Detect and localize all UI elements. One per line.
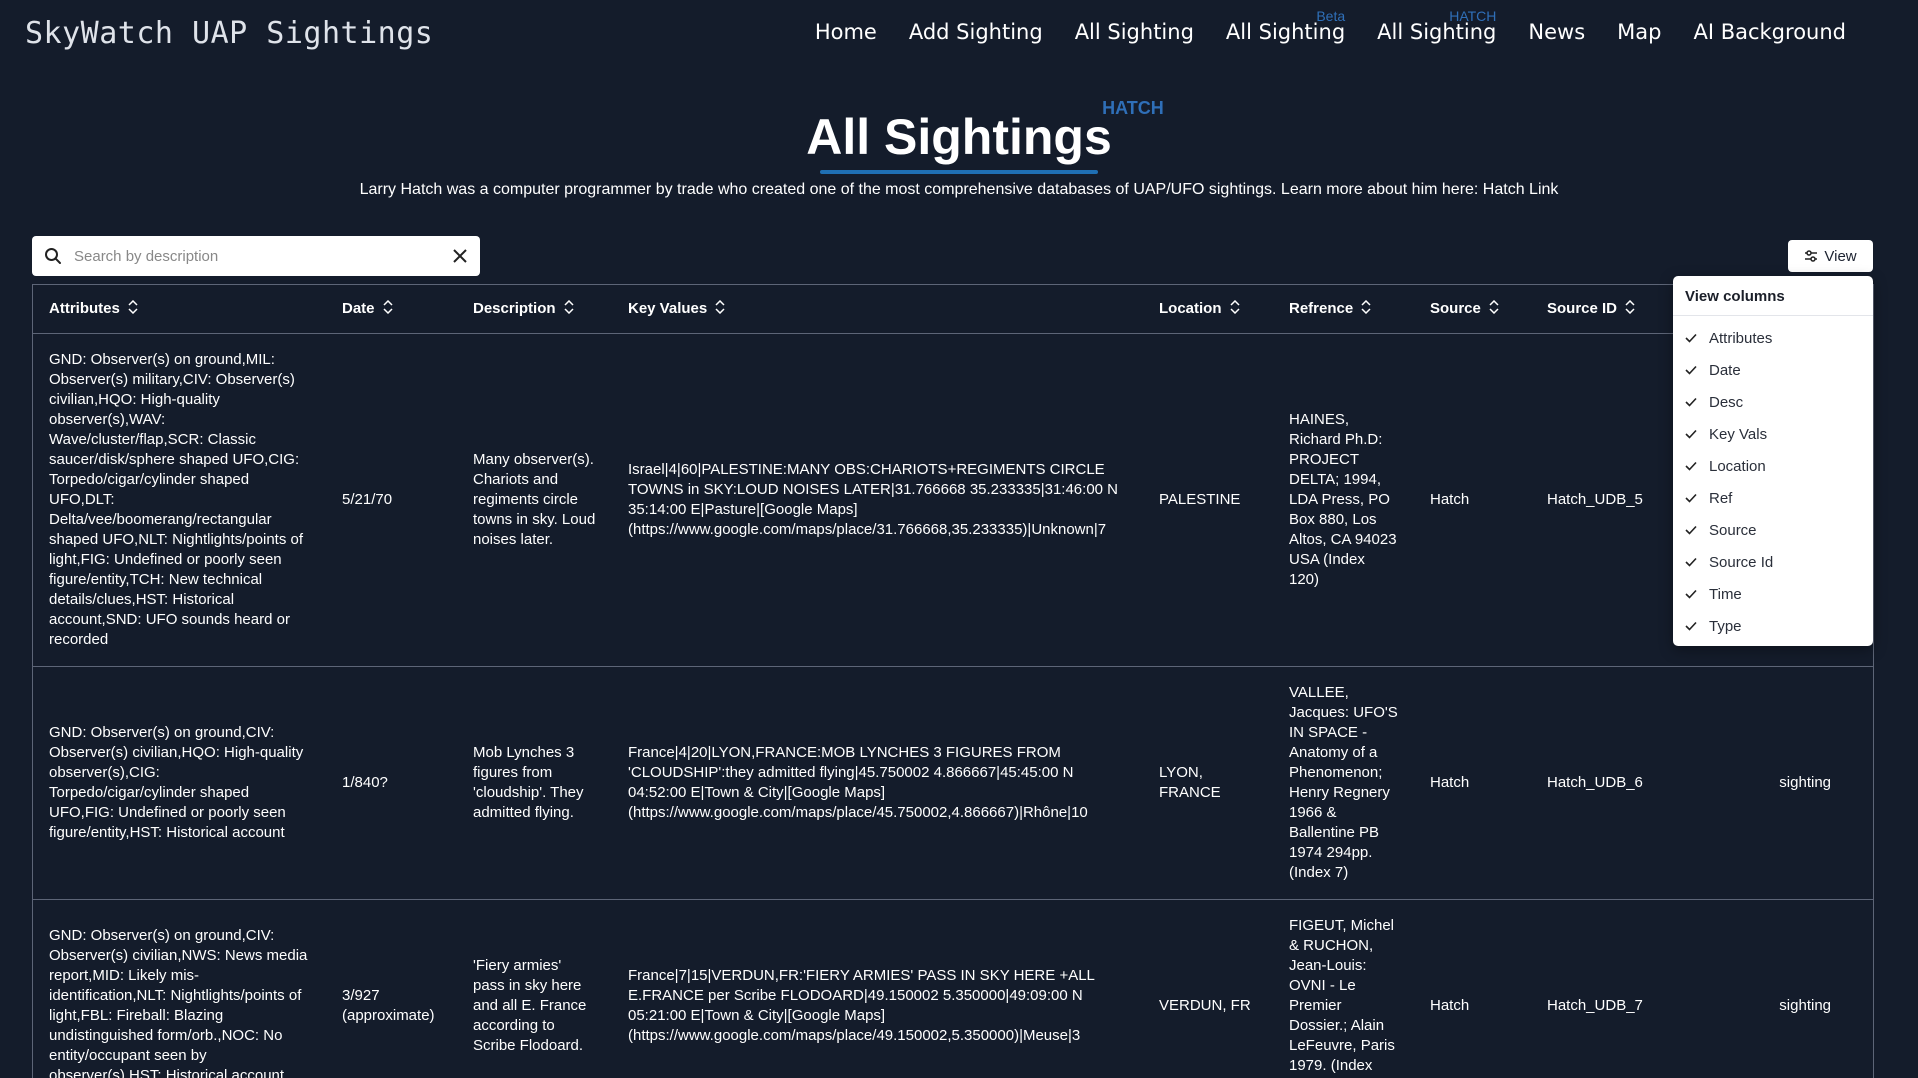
- search-icon: [44, 247, 62, 265]
- nav-badge-hatch: HATCH: [1449, 8, 1497, 24]
- cell-attributes: GND: Observer(s) on ground,CIV: Observer…: [33, 666, 326, 900]
- column-toggle-desc[interactable]: Desc: [1673, 386, 1873, 418]
- sort-icon[interactable]: [715, 299, 725, 318]
- column-header-description[interactable]: Description: [457, 285, 612, 334]
- title-badge: HATCH: [1102, 98, 1164, 118]
- cell-location: VERDUN, FR: [1143, 899, 1273, 1078]
- cell-date: 3/927 (approximate): [326, 899, 457, 1078]
- cell-source: Hatch: [1414, 899, 1531, 1078]
- cell-location: LYON, FRANCE: [1143, 666, 1273, 900]
- check-icon: [1685, 397, 1709, 407]
- nav-all-sighting-hatch[interactable]: All Sighting HATCH: [1377, 8, 1496, 44]
- check-icon: [1685, 621, 1709, 631]
- sort-icon[interactable]: [563, 299, 574, 318]
- column-toggle-source-id[interactable]: Source Id: [1673, 546, 1873, 578]
- nav-home[interactable]: Home: [815, 20, 877, 44]
- column-header-attributes[interactable]: Attributes: [33, 285, 326, 334]
- sort-icon[interactable]: [1489, 299, 1499, 318]
- column-toggle-source[interactable]: Source: [1673, 514, 1873, 546]
- cell-attributes: GND: Observer(s) on ground,CIV: Observer…: [33, 899, 326, 1078]
- column-header-key-values[interactable]: Key Values: [612, 285, 1143, 334]
- cell-key-values: Israel|4|60|PALESTINE:MANY OBS:CHARIOTS+…: [612, 333, 1143, 667]
- nav-all-sighting[interactable]: All Sighting: [1075, 20, 1194, 44]
- cell-reference: VALLEE, Jacques: UFO'S IN SPACE - Anatom…: [1273, 666, 1414, 900]
- column-header-source[interactable]: Source: [1414, 285, 1531, 334]
- main-nav: Home Add Sighting All Sighting All Sight…: [815, 8, 1846, 44]
- cell-date: 5/21/70: [326, 333, 457, 667]
- table-header-row: Attributes Date Description Key Values L…: [33, 285, 1873, 334]
- cell-type: sighting: [1660, 666, 1873, 900]
- sightings-table-container: Attributes Date Description Key Values L…: [32, 284, 1874, 1078]
- cell-reference: HAINES, Richard Ph.D: PROJECT DELTA; 199…: [1273, 333, 1414, 667]
- site-brand[interactable]: SkyWatch UAP Sightings: [25, 16, 433, 51]
- check-icon: [1685, 461, 1709, 471]
- cell-date: 1/840?: [326, 666, 457, 900]
- column-header-date[interactable]: Date: [326, 285, 457, 334]
- check-icon: [1685, 589, 1709, 599]
- nav-add-sighting[interactable]: Add Sighting: [909, 20, 1043, 44]
- column-toggle-ref[interactable]: Ref: [1673, 482, 1873, 514]
- sort-icon[interactable]: [1625, 299, 1635, 318]
- check-icon: [1685, 333, 1709, 343]
- cell-source-id: Hatch_UDB_6: [1531, 666, 1660, 900]
- nav-badge-beta: Beta: [1316, 8, 1346, 24]
- cell-key-values: France|4|20|LYON,FRANCE:MOB LYNCHES 3 FI…: [612, 666, 1143, 900]
- check-icon: [1685, 493, 1709, 503]
- check-icon: [1685, 525, 1709, 535]
- table-row[interactable]: GND: Observer(s) on ground,CIV: Observer…: [33, 899, 1873, 1078]
- cell-reference: FIGEUT, Michel & RUCHON, Jean-Louis: OVN…: [1273, 899, 1414, 1078]
- column-toggle-time[interactable]: Time: [1673, 578, 1873, 610]
- cell-description: 'Fiery armies' pass in sky here and all …: [457, 899, 612, 1078]
- page-subtitle: Larry Hatch was a computer programmer by…: [359, 181, 1559, 198]
- cell-description: Mob Lynches 3 figures from 'cloudship'. …: [457, 666, 612, 900]
- nav-all-sighting-beta[interactable]: All Sighting Beta: [1226, 8, 1345, 44]
- table-row[interactable]: GND: Observer(s) on ground,CIV: Observer…: [33, 666, 1873, 900]
- column-header-location[interactable]: Location: [1143, 285, 1273, 334]
- cell-source-id: Hatch_UDB_5: [1531, 333, 1660, 667]
- cell-attributes: GND: Observer(s) on ground,MIL: Observer…: [33, 333, 326, 667]
- view-columns-button[interactable]: View: [1788, 240, 1873, 272]
- check-icon: [1685, 557, 1709, 567]
- column-toggle-location[interactable]: Location: [1673, 450, 1873, 482]
- column-header-source-id[interactable]: Source ID: [1531, 285, 1660, 334]
- column-toggle-type[interactable]: Type: [1673, 610, 1873, 642]
- cell-type: sighting: [1660, 899, 1873, 1078]
- cell-description: Many observer(s). Chariots and regiments…: [457, 333, 612, 667]
- column-toggle-date[interactable]: Date: [1673, 354, 1873, 386]
- search-box: [32, 236, 480, 276]
- nav-ai-background[interactable]: AI Background: [1693, 20, 1846, 44]
- sort-icon[interactable]: [128, 299, 138, 318]
- column-toggle-key-vals[interactable]: Key Vals: [1673, 418, 1873, 450]
- sort-icon[interactable]: [1229, 299, 1240, 318]
- cell-source: Hatch: [1414, 666, 1531, 900]
- sliders-icon: [1804, 249, 1818, 263]
- check-icon: [1685, 365, 1709, 375]
- clear-search-icon[interactable]: [452, 248, 468, 264]
- view-columns-title: View columns: [1673, 288, 1873, 316]
- title-underline: [820, 170, 1098, 174]
- nav-map[interactable]: Map: [1617, 20, 1661, 44]
- sort-icon[interactable]: [1361, 299, 1371, 318]
- sightings-table: Attributes Date Description Key Values L…: [33, 285, 1873, 1078]
- cell-key-values: France|7|15|VERDUN,FR:'FIERY ARMIES' PAS…: [612, 899, 1143, 1078]
- page-title: All Sightings HATCH: [806, 98, 1164, 174]
- column-header-reference[interactable]: Refrence: [1273, 285, 1414, 334]
- nav-news[interactable]: News: [1528, 20, 1585, 44]
- search-input[interactable]: [72, 246, 452, 266]
- check-icon: [1685, 429, 1709, 439]
- view-columns-menu: View columns Attributes Date Desc Key Va…: [1673, 276, 1873, 646]
- cell-location: PALESTINE: [1143, 333, 1273, 667]
- column-toggle-attributes[interactable]: Attributes: [1673, 322, 1873, 354]
- cell-source: Hatch: [1414, 333, 1531, 667]
- table-row[interactable]: GND: Observer(s) on ground,MIL: Observer…: [33, 333, 1873, 667]
- sort-icon[interactable]: [382, 299, 393, 318]
- cell-source-id: Hatch_UDB_7: [1531, 899, 1660, 1078]
